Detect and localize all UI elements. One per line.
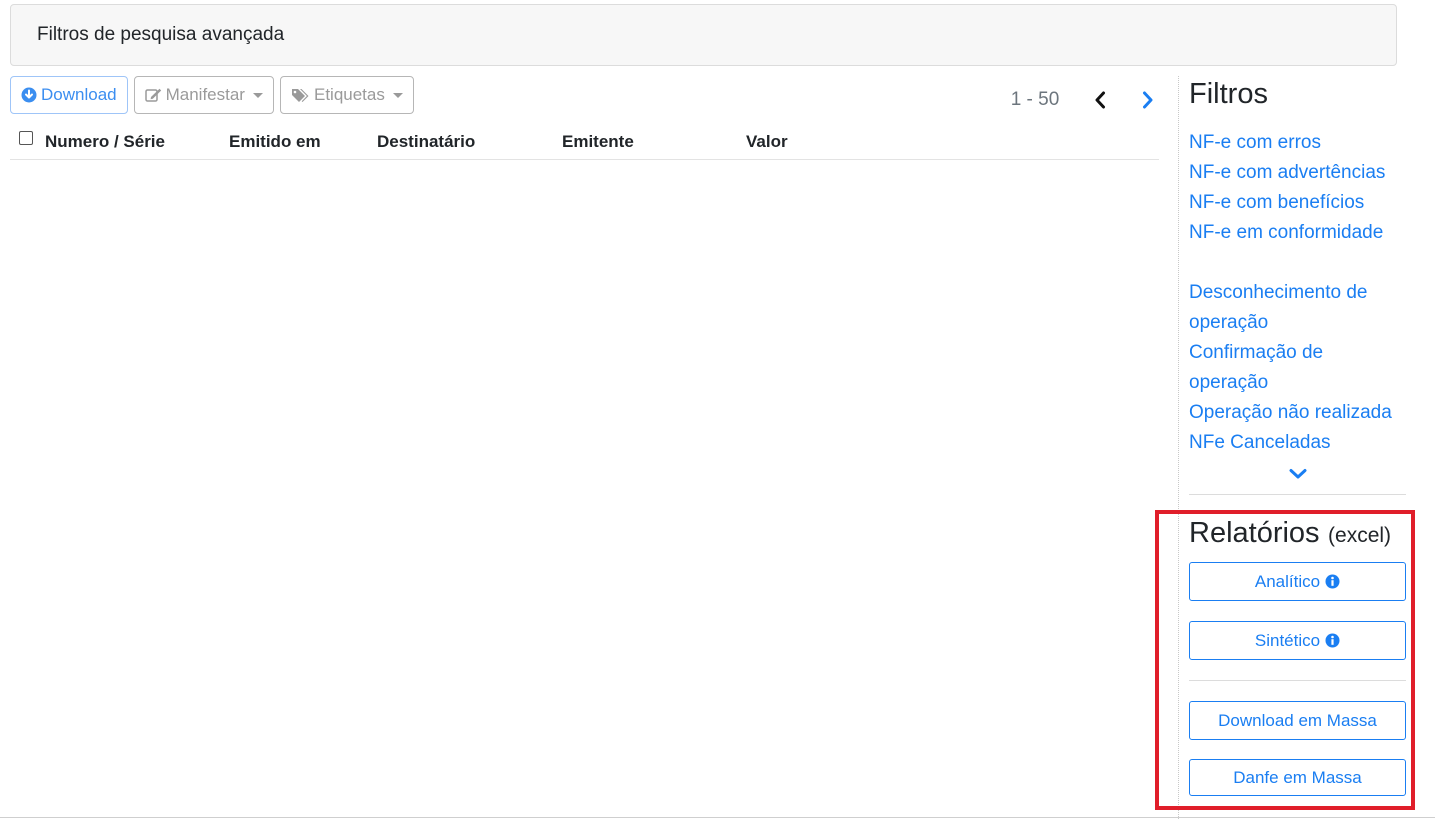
- filter-group-operation: Desconhecimento de operação Confirmação …: [1189, 278, 1406, 458]
- filter-link-confirmacao-operacao[interactable]: Confirmação de operação: [1189, 338, 1406, 398]
- reports-separator: [1189, 680, 1406, 681]
- column-header-numero-serie[interactable]: Numero / Série: [45, 132, 165, 152]
- filter-link-nfe-em-conformidade[interactable]: NF-e em conformidade: [1189, 218, 1406, 248]
- reports-title-text: Relatórios: [1189, 517, 1320, 549]
- column-header-emitido-em[interactable]: Emitido em: [229, 132, 321, 152]
- download-button[interactable]: Download: [10, 76, 128, 114]
- expand-filters-button[interactable]: [1189, 468, 1406, 488]
- column-header-emitente[interactable]: Emitente: [562, 132, 634, 152]
- sidebar-divider: [1178, 76, 1179, 819]
- filter-link-nfe-com-erros[interactable]: NF-e com erros: [1189, 128, 1406, 158]
- filters-title: Filtros: [1189, 78, 1268, 110]
- caret-down-icon: [252, 92, 263, 98]
- filter-link-desconhecimento-operacao[interactable]: Desconhecimento de operação: [1189, 278, 1406, 338]
- filter-group-status: NF-e com erros NF-e com advertências NF-…: [1189, 128, 1406, 248]
- filter-link-nfe-com-beneficios[interactable]: NF-e com benefícios: [1189, 188, 1406, 218]
- chevron-down-icon: [1289, 469, 1306, 479]
- etiquetas-dropdown-button[interactable]: Etiquetas: [279, 76, 414, 114]
- reports-title-subtitle: (excel): [1328, 524, 1392, 547]
- tags-icon: [291, 88, 310, 103]
- manifestar-button-label: Manifestar: [165, 85, 245, 104]
- reports-title: Relatórios (excel): [1189, 517, 1406, 550]
- caret-down-icon: [392, 92, 403, 98]
- toolbar: Download Manifestar Etiquetas: [10, 76, 414, 114]
- info-circle-icon: [1325, 633, 1340, 648]
- pagination: 1 - 50: [1000, 86, 1160, 114]
- download-em-massa-label: Download em Massa: [1218, 710, 1377, 730]
- analitico-report-label: Analítico: [1254, 571, 1321, 591]
- previous-page-button[interactable]: [1088, 86, 1112, 114]
- download-circle-icon: [21, 87, 37, 103]
- chevron-left-icon: [1095, 91, 1105, 109]
- bottom-border: [0, 817, 1435, 818]
- filter-link-nfe-canceladas[interactable]: NFe Canceladas: [1189, 428, 1406, 458]
- column-header-destinatario[interactable]: Destinatário: [377, 132, 475, 152]
- select-all-checkbox[interactable]: [19, 131, 33, 145]
- edit-icon: [144, 88, 162, 103]
- manifestar-dropdown-button[interactable]: Manifestar: [133, 76, 274, 114]
- download-em-massa-button[interactable]: Download em Massa: [1189, 701, 1406, 740]
- danfe-em-massa-label: Danfe em Massa: [1233, 767, 1362, 787]
- etiquetas-button-label: Etiquetas: [313, 85, 385, 104]
- pagination-range: 1 - 50: [1010, 89, 1060, 110]
- download-button-label: Download: [41, 85, 117, 104]
- sintetico-report-label: Sintético: [1254, 630, 1321, 650]
- sidebar-separator: [1189, 494, 1406, 495]
- next-page-button[interactable]: [1136, 86, 1160, 114]
- column-header-valor[interactable]: Valor: [746, 132, 788, 152]
- advanced-search-filters-bar[interactable]: Filtros de pesquisa avançada: [10, 4, 1397, 66]
- danfe-em-massa-button[interactable]: Danfe em Massa: [1189, 759, 1406, 796]
- analitico-report-button[interactable]: Analítico: [1189, 562, 1406, 601]
- info-circle-icon: [1325, 574, 1340, 589]
- page: Filtros de pesquisa avançada Download Ma…: [0, 0, 1435, 819]
- chevron-right-icon: [1143, 91, 1153, 109]
- sintetico-report-button[interactable]: Sintético: [1189, 621, 1406, 660]
- table-header: Numero / Série Emitido em Destinatário E…: [10, 124, 1159, 160]
- sidebar: Filtros NF-e com erros NF-e com advertên…: [1189, 76, 1406, 796]
- filter-link-operacao-nao-realizada[interactable]: Operação não realizada: [1189, 398, 1406, 428]
- advanced-search-filters-label: Filtros de pesquisa avançada: [37, 24, 285, 45]
- filter-link-nfe-com-advertencias[interactable]: NF-e com advertências: [1189, 158, 1406, 188]
